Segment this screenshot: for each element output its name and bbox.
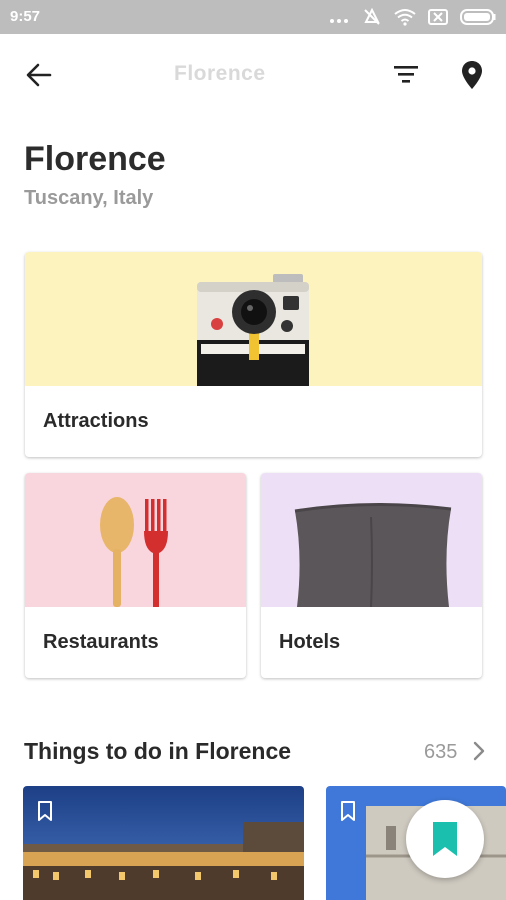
attraction-thumbnail[interactable] (23, 786, 304, 900)
alarm-off-icon (364, 7, 380, 25)
status-time: 9:57 (10, 8, 41, 25)
bookmark-icon (433, 822, 457, 856)
battery-icon (460, 9, 496, 25)
page-title: Florence (24, 140, 166, 178)
restaurants-image (25, 473, 246, 607)
things-to-do-heading: Things to do in Florence (24, 738, 292, 764)
pillow-icon (294, 502, 452, 608)
saved-fab-button[interactable] (406, 800, 484, 878)
filter-icon[interactable] (392, 62, 420, 86)
hotels-image (261, 473, 482, 608)
attractions-label: Attractions (43, 410, 149, 432)
arrow-left-icon[interactable] (24, 60, 54, 90)
app-bar-title: Florence (174, 62, 266, 85)
app-bar: Florence (0, 34, 506, 114)
page-subtitle: Tuscany, Italy (24, 187, 154, 209)
chevron-right-icon[interactable] (472, 740, 486, 762)
attractions-card[interactable]: Attractions (25, 252, 482, 457)
restaurants-label: Restaurants (43, 631, 159, 653)
spoon-fork-icon (100, 497, 168, 607)
things-to-do-count[interactable]: 635 (424, 741, 457, 764)
more-dots-icon (330, 19, 348, 23)
status-bar: 9:57 (0, 0, 506, 34)
bookmark-icon[interactable] (340, 800, 356, 822)
hotels-card[interactable]: Hotels (261, 473, 482, 678)
instant-camera-icon (197, 274, 309, 386)
wifi-icon (394, 9, 416, 26)
sim-icon (428, 9, 448, 25)
system-icons (328, 7, 496, 27)
map-pin-icon[interactable] (461, 60, 483, 90)
bookmark-icon[interactable] (37, 800, 53, 822)
restaurants-card[interactable]: Restaurants (25, 473, 246, 678)
hotels-label: Hotels (279, 631, 341, 653)
ponte-vecchio-image (23, 786, 304, 900)
attractions-image (25, 252, 482, 386)
